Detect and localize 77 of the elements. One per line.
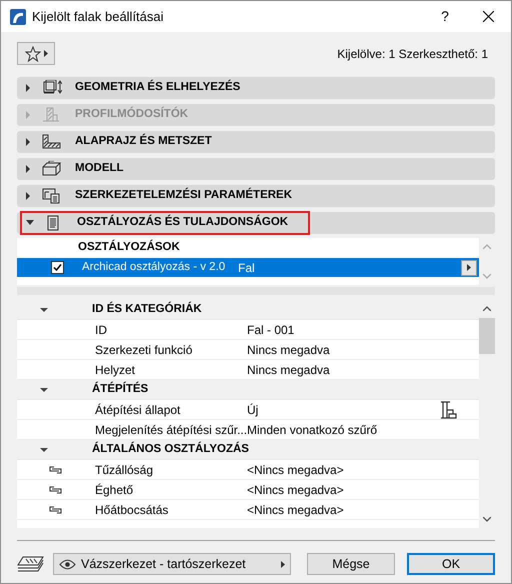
check-icon — [53, 263, 62, 272]
property-value[interactable]: Nincs megadva — [247, 340, 330, 358]
section-title: SZERKEZETELEMZÉSI PARAMÉTEREK — [75, 187, 292, 204]
profile-wall-icon — [42, 107, 62, 123]
expanded-triangle-icon — [26, 219, 34, 227]
classification-row[interactable]: Archicad osztályozás - v 2.0 Fal — [17, 258, 479, 277]
scroll-up-icon — [483, 244, 491, 249]
section-header[interactable]: SZERKEZETELEMZÉSI PARAMÉTEREK — [17, 185, 495, 207]
property-value[interactable]: Fal - 001 — [247, 320, 294, 338]
scroll-down-icon — [483, 274, 491, 279]
hatched-section-icon — [42, 134, 62, 150]
section-header[interactable]: MODELL — [17, 158, 495, 180]
layer-name: Vázszerkezet - tartószerkezet — [81, 556, 246, 573]
star-icon — [24, 46, 40, 62]
eye-icon — [59, 558, 76, 570]
box-icon — [42, 161, 62, 177]
expanded-triangle-icon — [40, 306, 48, 314]
property-value[interactable]: Minden vonatkozó szűrő — [247, 420, 378, 438]
section-heading: OSZTÁLYOZÁSOK — [77, 238, 181, 256]
section-header[interactable]: GEOMETRIA ÉS ELHELYEZÉS — [17, 77, 495, 99]
group-title: ÁTÉPÍTÉS — [92, 380, 148, 397]
property-value[interactable]: <Nincs megadva> — [247, 480, 344, 498]
property-name: Hőátbocsátás — [95, 502, 170, 518]
close-icon — [482, 11, 494, 22]
window-title: Kijelölt falak beállításai — [32, 8, 164, 26]
property-name: Éghető — [95, 482, 134, 498]
caret-icon — [44, 50, 48, 57]
section-title: ALAPRAJZ ÉS METSZET — [75, 133, 212, 150]
analysis-sheet-icon — [42, 188, 62, 204]
property-row[interactable]: Átépítési állapot Új — [17, 400, 479, 420]
property-value[interactable]: <Nincs megadva> — [247, 460, 344, 478]
section-title: PROFILMÓDOSÍTÓK — [75, 106, 188, 122]
dialog-button[interactable]: OK — [407, 553, 495, 575]
section-title: MODELL — [75, 161, 124, 176]
property-group-header[interactable]: ÁLTALÁNOS OSZTÁLYOZÁS — [17, 440, 479, 460]
scroll-down-icon — [483, 517, 491, 522]
checkbox[interactable] — [51, 261, 64, 274]
collapsed-triangle-icon — [24, 111, 32, 119]
caret-icon — [281, 560, 285, 568]
classification-system: Archicad osztályozás - v 2.0 — [82, 260, 226, 275]
favorites-button[interactable] — [17, 42, 55, 65]
layers-icon — [17, 555, 44, 573]
section-title: OSZTÁLYOZÁS ÉS TULAJDONSÁGOK — [77, 214, 288, 230]
caret-icon — [467, 264, 471, 271]
property-name: Szerkezeti funkció — [95, 342, 194, 358]
property-name: Megjelenítés átépítési szűr... — [95, 422, 247, 438]
property-value[interactable]: <Nincs megadva> — [247, 500, 344, 518]
group-title: ÁLTALÁNOS OSZTÁLYOZÁS — [92, 440, 249, 457]
expanded-triangle-icon — [40, 446, 48, 454]
collapsed-triangle-icon — [24, 165, 32, 173]
section-title: GEOMETRIA ÉS ELHELYEZÉS — [75, 79, 240, 96]
app-logo-icon — [10, 8, 26, 24]
scroll-thumb[interactable] — [479, 318, 495, 354]
help-button[interactable]: ? — [425, 1, 465, 32]
scroll-up-icon — [483, 306, 491, 311]
section-header[interactable]: OSZTÁLYOZÁS ÉS TULAJDONSÁGOK — [17, 212, 495, 234]
section-header[interactable]: ALAPRAJZ ÉS METSZET — [17, 131, 495, 153]
expanded-triangle-icon — [40, 386, 48, 394]
property-value[interactable]: Új — [247, 400, 258, 418]
collapsed-triangle-icon — [24, 138, 32, 146]
group-title: ID ÉS KATEGÓRIÁK — [92, 300, 202, 317]
property-group-header[interactable]: ÁTÉPÍTÉS — [17, 380, 479, 400]
layer-dropdown[interactable]: Vázszerkezet - tartószerkezet — [53, 553, 291, 575]
property-name: Átépítési állapot — [95, 402, 182, 418]
slab-arrows-icon — [42, 80, 62, 96]
property-name: Helyzet — [95, 362, 136, 378]
property-value[interactable]: Nincs megadva — [247, 360, 330, 378]
collapsed-triangle-icon — [24, 84, 32, 92]
property-group-header[interactable]: ID ÉS KATEGÓRIÁK — [17, 300, 479, 320]
selection-info: Kijelölve: 1 Szerkeszthető: 1 — [337, 46, 489, 62]
renovation-filter-icon[interactable] — [440, 400, 457, 418]
dialog-button[interactable]: Mégse — [307, 553, 395, 575]
property-name: Tűzállóság — [95, 462, 154, 478]
property-name: ID — [95, 322, 108, 338]
classification-value: Fal — [238, 260, 255, 276]
collapsed-triangle-icon — [24, 192, 32, 200]
arrow-button[interactable] — [461, 260, 477, 276]
